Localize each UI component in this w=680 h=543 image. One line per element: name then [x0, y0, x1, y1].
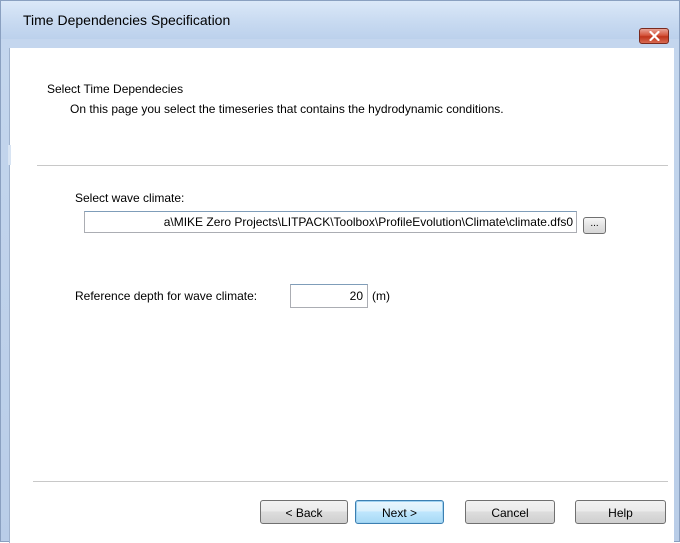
close-icon	[649, 31, 660, 41]
wave-climate-path-input[interactable]: a\MIKE Zero Projects\LITPACK\Toolbox\Pro…	[84, 211, 577, 233]
back-button[interactable]: < Back	[260, 500, 348, 524]
footer-divider	[33, 481, 668, 483]
window-title: Time Dependencies Specification	[23, 12, 231, 28]
depth-unit-label: (m)	[372, 289, 390, 303]
reference-depth-input[interactable]: 20	[290, 284, 368, 308]
help-button[interactable]: Help	[575, 500, 666, 524]
header-divider	[37, 165, 668, 167]
cancel-button[interactable]: Cancel	[465, 500, 555, 524]
left-edge-accent	[8, 145, 11, 165]
browse-button[interactable]: ...	[583, 217, 606, 234]
page-heading: Select Time Dependecies	[47, 82, 184, 96]
close-button[interactable]	[639, 28, 669, 44]
reference-depth-label: Reference depth for wave climate:	[75, 289, 258, 303]
page-description: On this page you select the timeseries t…	[70, 102, 504, 116]
next-button[interactable]: Next >	[355, 500, 444, 524]
title-bar[interactable]: Time Dependencies Specification	[1, 1, 679, 44]
wave-climate-label: Select wave climate:	[75, 191, 185, 205]
